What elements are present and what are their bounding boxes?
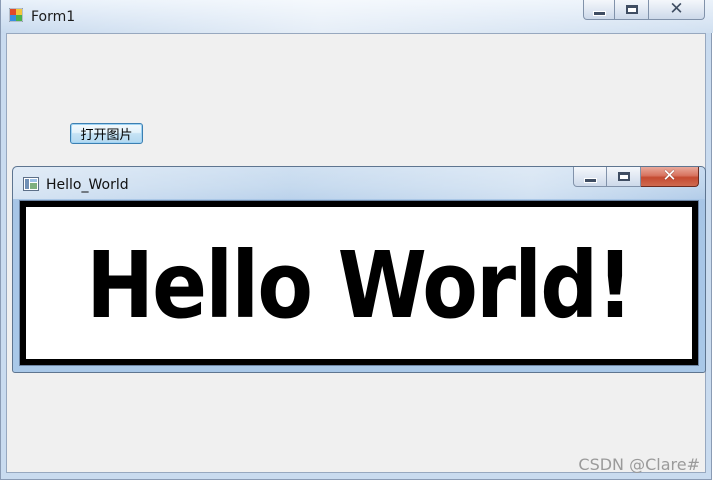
maximize-button[interactable] — [615, 0, 649, 20]
child-maximize-button[interactable] — [607, 167, 641, 187]
maximize-icon — [625, 5, 638, 14]
hello-world-caption-buttons: ✕ — [573, 167, 699, 187]
form1-titlebar[interactable]: Form1 ✕ — [1, 0, 713, 33]
child-close-button[interactable]: ✕ — [641, 167, 699, 187]
open-image-button[interactable]: 打开图片 — [70, 123, 143, 144]
picture-box: Hello World! — [19, 200, 699, 366]
close-icon: ✕ — [662, 166, 677, 186]
child-window-title: Hello_World — [46, 177, 129, 193]
form1-caption-buttons: ✕ — [583, 0, 705, 20]
hello-world-image-text: Hello World! — [86, 232, 633, 339]
desktop: Form1 ✕ 打开图片 Hello_World ✕ Hello World! … — [0, 0, 714, 482]
close-icon: ✕ — [669, 0, 684, 19]
child-minimize-button[interactable] — [573, 167, 607, 187]
window-title: Form1 — [31, 9, 76, 25]
csdn-watermark: CSDN @Clare# — [578, 455, 700, 474]
app-icon — [9, 8, 23, 22]
form1-window: Form1 ✕ 打开图片 Hello_World ✕ Hello World! — [0, 0, 713, 480]
maximize-icon — [617, 172, 630, 181]
minimize-icon — [592, 10, 606, 16]
hello-world-titlebar[interactable]: Hello_World ✕ — [13, 167, 705, 199]
form1-client-area: 打开图片 Hello_World ✕ Hello World! — [6, 33, 706, 473]
hello-world-window: Hello_World ✕ Hello World! — [12, 166, 706, 373]
minimize-icon — [583, 177, 597, 183]
image-viewer-icon — [23, 177, 39, 191]
minimize-button[interactable] — [583, 0, 615, 20]
close-button[interactable]: ✕ — [649, 0, 705, 20]
